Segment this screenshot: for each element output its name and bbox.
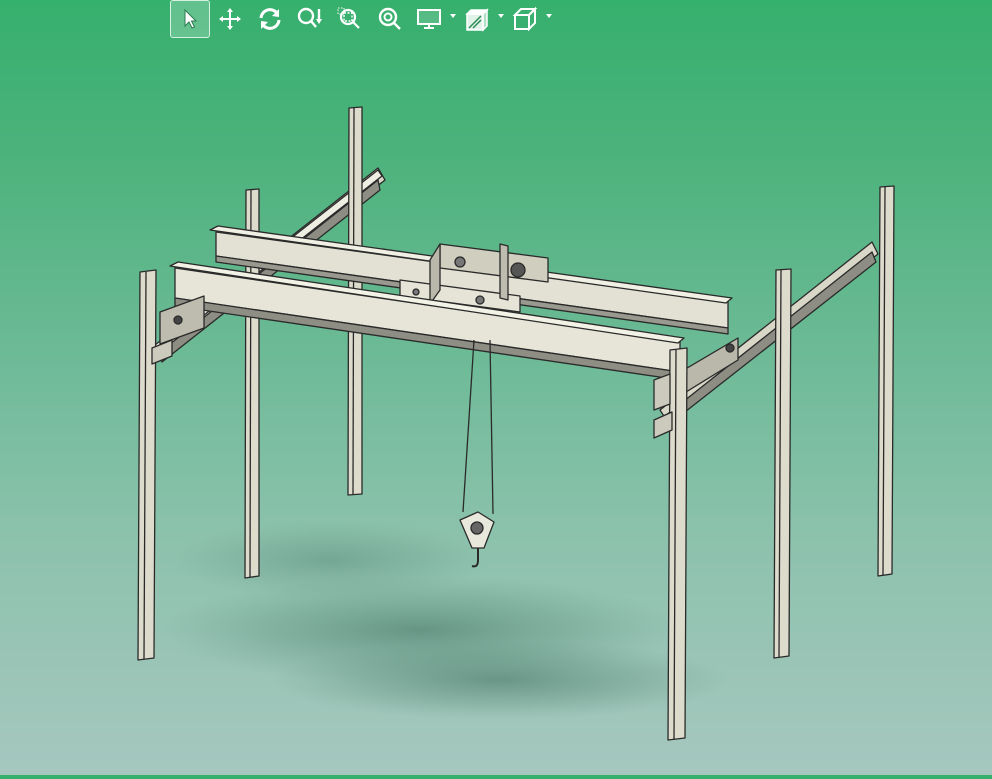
hoist-rope-and-hook xyxy=(459,339,495,568)
crane-model-drawing xyxy=(137,106,895,741)
monitor-icon xyxy=(416,7,444,31)
section-icon xyxy=(464,6,492,32)
rotate-icon xyxy=(257,7,283,31)
display-mode-button[interactable] xyxy=(410,0,458,38)
pan-move-icon xyxy=(218,7,242,31)
select-tool-button[interactable] xyxy=(170,0,210,38)
zoom-tool-button[interactable] xyxy=(290,0,330,38)
zoom-window-button[interactable] xyxy=(330,0,370,38)
section-view-button[interactable] xyxy=(458,0,506,38)
column-back-right xyxy=(877,185,895,577)
column-mid-right xyxy=(773,268,792,659)
cube-view-icon xyxy=(512,6,540,32)
view-orientation-button[interactable] xyxy=(506,0,554,38)
runway-rail-right xyxy=(659,241,879,431)
view-toolbar xyxy=(170,0,554,38)
chevron-down-icon xyxy=(546,14,552,18)
select-arrow-icon xyxy=(180,8,200,30)
3d-viewport[interactable] xyxy=(0,0,992,775)
chevron-down-icon xyxy=(498,14,504,18)
zoom-dynamic-icon xyxy=(297,7,323,31)
rotate-tool-button[interactable] xyxy=(250,0,290,38)
pan-tool-button[interactable] xyxy=(210,0,250,38)
zoom-window-icon xyxy=(337,7,363,31)
zoom-fit-icon xyxy=(377,7,403,31)
chevron-down-icon xyxy=(450,14,456,18)
zoom-fit-button[interactable] xyxy=(370,0,410,38)
